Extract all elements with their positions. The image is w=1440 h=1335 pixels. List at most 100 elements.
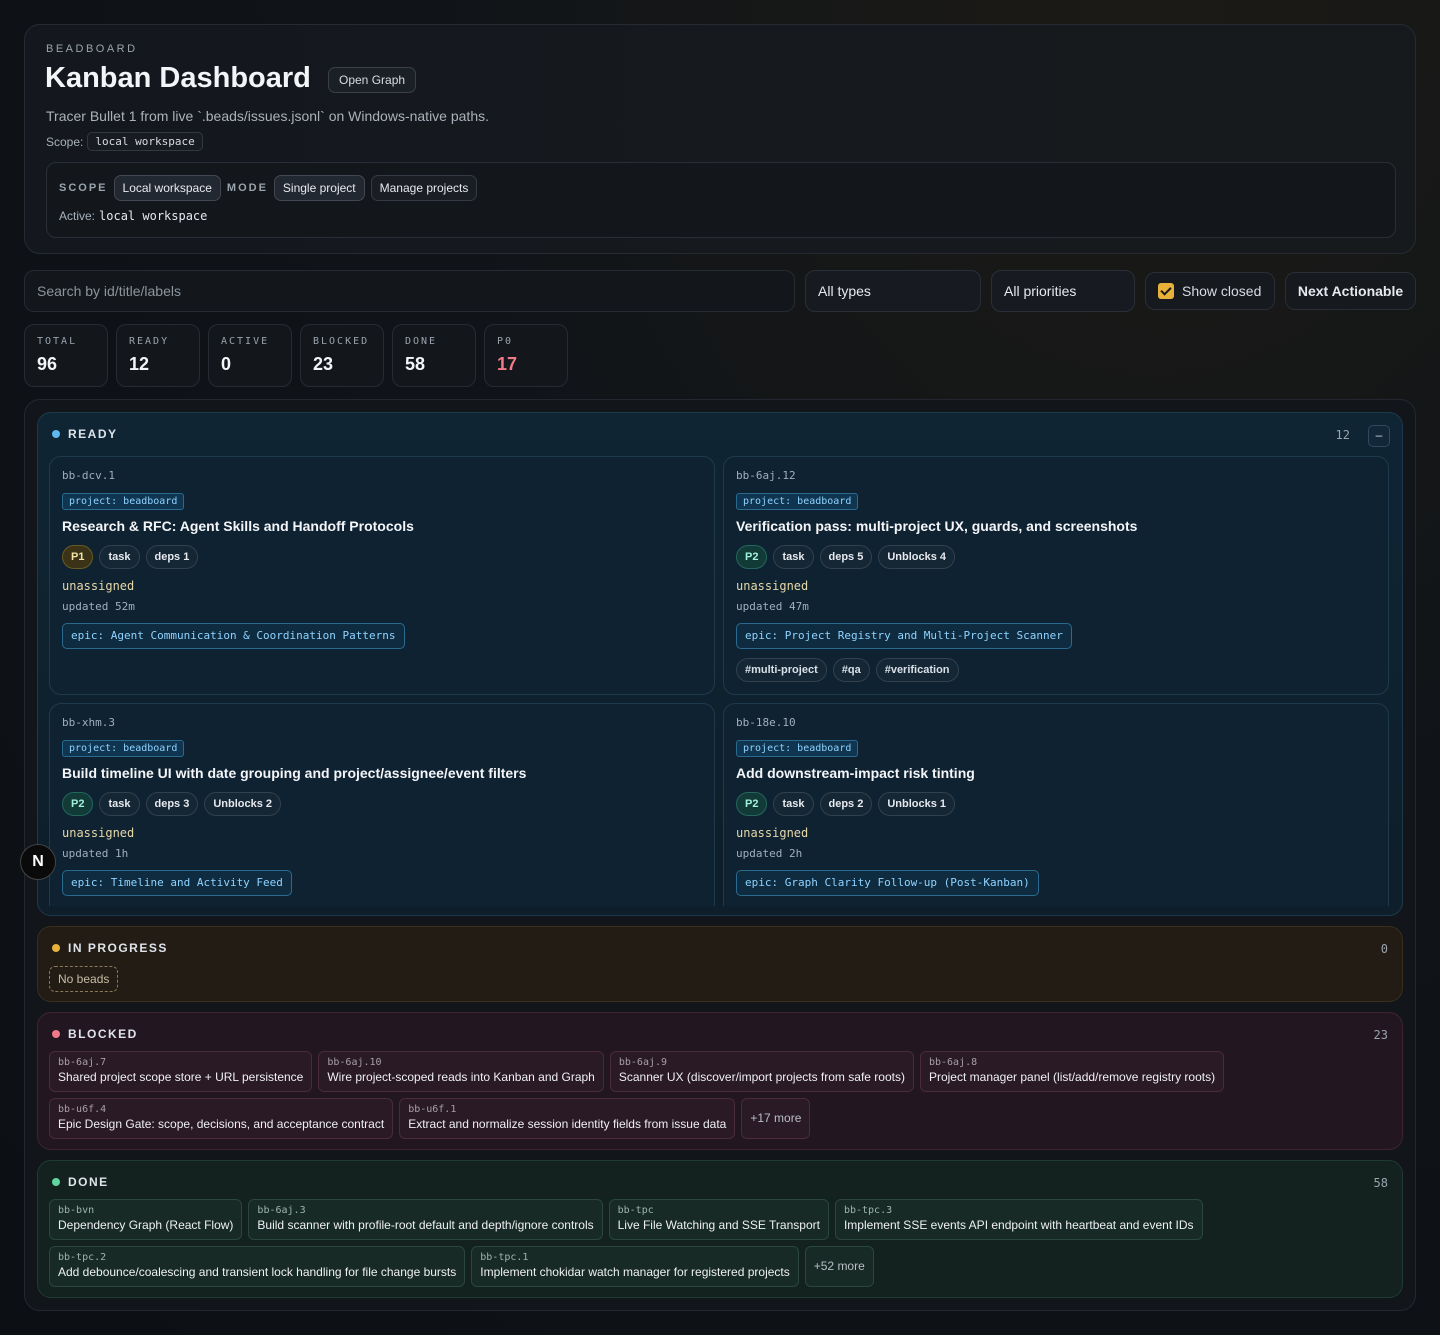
ready-card-list[interactable]: bb-dcv.1 project: beadboard Research & R… [49, 456, 1389, 906]
stat-value: 96 [37, 354, 58, 374]
stat-value: 0 [221, 354, 232, 374]
type-select[interactable]: All types [805, 270, 981, 312]
mini-card[interactable]: bb-u6f.4 Epic Design Gate: scope, decisi… [49, 1098, 394, 1139]
scope-caps-label: SCOPE [59, 182, 108, 194]
stat-value: 17 [497, 354, 518, 374]
card-title[interactable]: Add downstream-impact risk tinting [736, 765, 975, 781]
mini-card-row: bb-u6f.4 Epic Design Gate: scope, decisi… [49, 1098, 811, 1139]
mode-single-project-button[interactable]: Single project [273, 175, 365, 201]
mini-card[interactable]: bb-6aj.8 Project manager panel (list/add… [919, 1051, 1225, 1092]
scope-line: Scope: local workspace [46, 132, 203, 151]
checkbox-checked-icon[interactable] [1158, 283, 1174, 299]
stat-total: TOTAL 96 [24, 324, 108, 387]
stat-label: TOTAL [37, 336, 78, 347]
bead-card[interactable]: bb-18e.10 project: beadboard Add downstr… [723, 703, 1389, 906]
card-tags: P2 task deps 3 Unblocks 2 [62, 792, 282, 816]
unblocks-badge[interactable]: Unblocks 4 [878, 545, 956, 569]
mini-card[interactable]: bb-6aj.9 Scanner UX (discover/import pro… [609, 1051, 914, 1092]
bead-card[interactable]: bb-xhm.3 project: beadboard Build timeli… [49, 703, 715, 906]
label-tag[interactable]: #verification [875, 658, 959, 682]
project-chip[interactable]: project: beadboard [736, 740, 859, 757]
column-header: DONE [52, 1175, 109, 1189]
epic-chip[interactable]: epic: Project Registry and Multi-Project… [736, 623, 1072, 649]
stat-label: P0 [497, 336, 514, 347]
unblocks-badge[interactable]: Unblocks 2 [204, 792, 282, 816]
card-title[interactable]: Research & RFC: Agent Skills and Handoff… [62, 518, 414, 534]
deps-badge[interactable]: deps 5 [819, 545, 873, 569]
column-header: IN PROGRESS [52, 941, 168, 955]
active-value: local workspace [99, 209, 208, 223]
stat-active: ACTIVE 0 [208, 324, 292, 387]
more-button[interactable]: +52 more [804, 1246, 874, 1287]
stat-label: BLOCKED [313, 336, 370, 347]
mini-card[interactable]: bb-6aj.7 Shared project scope store + UR… [49, 1051, 313, 1092]
card-title[interactable]: Build timeline UI with date grouping and… [62, 765, 526, 781]
column-count: 12 [1335, 428, 1350, 442]
label-tag[interactable]: #multi-project [736, 658, 827, 682]
column-title: READY [68, 427, 118, 441]
mini-card-id: bb-tpc.2 [58, 1252, 107, 1263]
stat-label: ACTIVE [221, 336, 270, 347]
manage-projects-button[interactable]: Manage projects [370, 175, 478, 201]
epic-chip[interactable]: epic: Agent Communication & Coordination… [62, 623, 405, 649]
epic-chip[interactable]: epic: Timeline and Activity Feed [62, 870, 292, 896]
search-input[interactable]: Search by id/title/labels [24, 270, 795, 312]
mini-card-title: Implement chokidar watch manager for reg… [480, 1265, 790, 1279]
bead-card[interactable]: bb-6aj.12 project: beadboard Verificatio… [723, 456, 1389, 695]
scope-mode-panel: SCOPE Local workspace MODE Single projec… [46, 162, 1396, 238]
column-count: 58 [1373, 1176, 1388, 1190]
epic-chip[interactable]: epic: Graph Clarity Follow-up (Post-Kanb… [736, 870, 1039, 896]
priority-select[interactable]: All priorities [991, 270, 1135, 312]
header-panel: BEADBOARD Kanban Dashboard Open Graph Tr… [24, 24, 1416, 254]
column-count: 0 [1380, 942, 1388, 956]
stat-blocked: BLOCKED 23 [300, 324, 384, 387]
collapse-button[interactable]: – [1368, 425, 1390, 447]
stat-label: DONE [405, 336, 438, 347]
mini-card-title: Build scanner with profile-root default … [257, 1218, 594, 1232]
status-dot-icon [52, 944, 60, 952]
mini-card-title: Epic Design Gate: scope, decisions, and … [58, 1117, 385, 1131]
mini-card-id: bb-tpc [617, 1205, 654, 1216]
card-assignee: unassigned [736, 579, 809, 593]
mini-card[interactable]: bb-tpc Live File Watching and SSE Transp… [608, 1199, 829, 1240]
show-closed-toggle[interactable]: Show closed [1145, 272, 1275, 310]
scope-local-workspace-button[interactable]: Local workspace [113, 175, 221, 201]
deps-badge[interactable]: deps 2 [819, 792, 873, 816]
mini-card[interactable]: bb-6aj.10 Wire project-scoped reads into… [318, 1051, 604, 1092]
mini-card-title: Extract and normalize session identity f… [408, 1117, 727, 1131]
mini-card[interactable]: bb-tpc.2 Add debounce/coalescing and tra… [49, 1246, 466, 1287]
card-assignee: unassigned [62, 826, 135, 840]
mini-card-title: Wire project-scoped reads into Kanban an… [327, 1070, 595, 1084]
card-labels: #multi-project #qa #verification [736, 658, 959, 682]
open-graph-button[interactable]: Open Graph [328, 67, 417, 93]
mini-card[interactable]: bb-6aj.3 Build scanner with profile-root… [248, 1199, 603, 1240]
bead-card[interactable]: bb-dcv.1 project: beadboard Research & R… [49, 456, 715, 695]
card-title[interactable]: Verification pass: multi-project UX, gua… [736, 518, 1137, 534]
project-chip[interactable]: project: beadboard [62, 740, 185, 757]
next-actionable-button[interactable]: Next Actionable [1285, 272, 1416, 310]
type-badge: task [773, 792, 814, 816]
card-updated: updated 2h [736, 847, 803, 860]
next-dev-tools-icon[interactable]: N [20, 844, 56, 880]
mini-card-id: bb-tpc.3 [843, 1205, 893, 1216]
active-label: Active: [59, 209, 96, 223]
project-chip[interactable]: project: beadboard [736, 493, 859, 510]
mini-card[interactable]: bb-u6f.1 Extract and normalize session i… [399, 1098, 736, 1139]
mini-card[interactable]: bb-tpc.1 Implement chokidar watch manage… [471, 1246, 799, 1287]
scope-mode-row: SCOPE Local workspace MODE Single projec… [59, 175, 478, 201]
more-button[interactable]: +17 more [741, 1098, 811, 1139]
mini-card[interactable]: bb-bvn Dependency Graph (React Flow) [49, 1199, 243, 1240]
deps-badge[interactable]: deps 1 [145, 545, 199, 569]
unblocks-badge[interactable]: Unblocks 1 [878, 792, 956, 816]
deps-badge[interactable]: deps 3 [145, 792, 199, 816]
mini-card[interactable]: bb-tpc.3 Implement SSE events API endpoi… [834, 1199, 1203, 1240]
priority-badge: P2 [736, 545, 768, 569]
mini-card-id: bb-u6f.1 [408, 1104, 457, 1115]
stat-value: 12 [129, 354, 150, 374]
label-tag[interactable]: #qa [832, 658, 870, 682]
priority-badge: P2 [62, 792, 94, 816]
mini-card-title: Project manager panel (list/add/remove r… [928, 1070, 1216, 1084]
project-chip[interactable]: project: beadboard [62, 493, 185, 510]
type-badge: task [773, 545, 814, 569]
card-tags: P2 task deps 2 Unblocks 1 [736, 792, 956, 816]
